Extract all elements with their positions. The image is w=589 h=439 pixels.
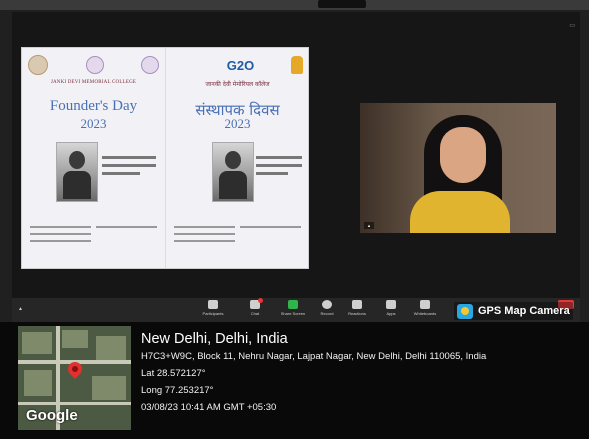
founder-portrait [56,142,98,202]
slide-footer-hindi [174,226,301,247]
apps-button[interactable]: Apps [376,298,406,316]
university-logo-icon [85,56,104,74]
g20-logo: G2O [226,57,255,73]
whiteboards-icon [420,300,430,309]
slide-english-panel: JANKI DEVI MEMORIAL COLLEGE Founder's Da… [22,48,165,268]
college-name-hindi: जानकी देवी मेमोरियल कॉलेज [205,81,270,88]
participant-face [440,127,486,183]
lamp-logo-icon [291,56,303,74]
record-button[interactable]: Record [312,298,342,316]
security-icon[interactable]: ▲ [18,306,23,312]
slide-hindi-panel: G2O जानकी देवी मेमोरियल कॉलेज संस्थापक द… [165,48,309,268]
record-icon [322,300,332,309]
monitor-top-bezel [0,0,589,10]
founder-portrait-hindi [212,142,254,202]
gps-camera-logo-icon [457,303,473,319]
reactions-button[interactable]: Reactions [342,298,372,316]
apps-icon [386,300,396,309]
participants-button[interactable]: Participants [198,298,228,316]
shared-slide: JANKI DEVI MEMORIAL COLLEGE Founder's Da… [22,48,308,268]
participants-icon [208,300,218,309]
participant-name-tag: ▲ [364,222,374,229]
share-screen-button[interactable]: Share Screen [278,298,308,316]
founder-info-hindi [256,156,302,180]
share-screen-icon [288,300,298,309]
location-title: New Delhi, Delhi, India [141,331,288,347]
chat-badge [258,298,263,303]
gps-camera-badge-text: GPS Map Camera [478,305,570,317]
google-attribution: Google [26,407,78,424]
location-longitude: Long 77.253217° [141,385,214,396]
slide-year-hindi: 2023 [224,116,251,131]
slide-year: 2023 [80,116,107,131]
location-address: H7C3+W9C, Block 11, Nehru Nagar, Lajpat … [141,351,487,362]
whiteboards-button[interactable]: Whiteboards [410,298,440,316]
location-datetime: 03/08/23 10:41 AM GMT +05:30 [141,402,277,413]
emblem-logo-icon [141,56,159,74]
college-logo-icon [28,55,48,75]
view-toggle-icon[interactable]: ▭ [569,22,575,29]
location-map: Google [18,326,131,430]
screen-share-indicator [318,0,366,8]
participant-video-tile[interactable]: ▲ [360,103,556,233]
participant-shirt [410,191,510,233]
chat-button[interactable]: Chat [240,298,270,316]
slide-footer [30,226,157,247]
logo-row [28,54,159,76]
reactions-icon [352,300,362,309]
college-name: JANKI DEVI MEMORIAL COLLEGE [50,80,137,85]
logo-row-hindi: G2O [172,54,303,76]
gps-camera-badge: GPS Map Camera [454,302,573,320]
founder-info [102,156,156,180]
monitor-screen: ▭ JANKI DEVI MEMORIAL COLLEGE Founder's … [0,0,589,439]
slide-title: Founder's Day [49,98,138,114]
location-latitude: Lat 28.572127° [141,368,206,379]
